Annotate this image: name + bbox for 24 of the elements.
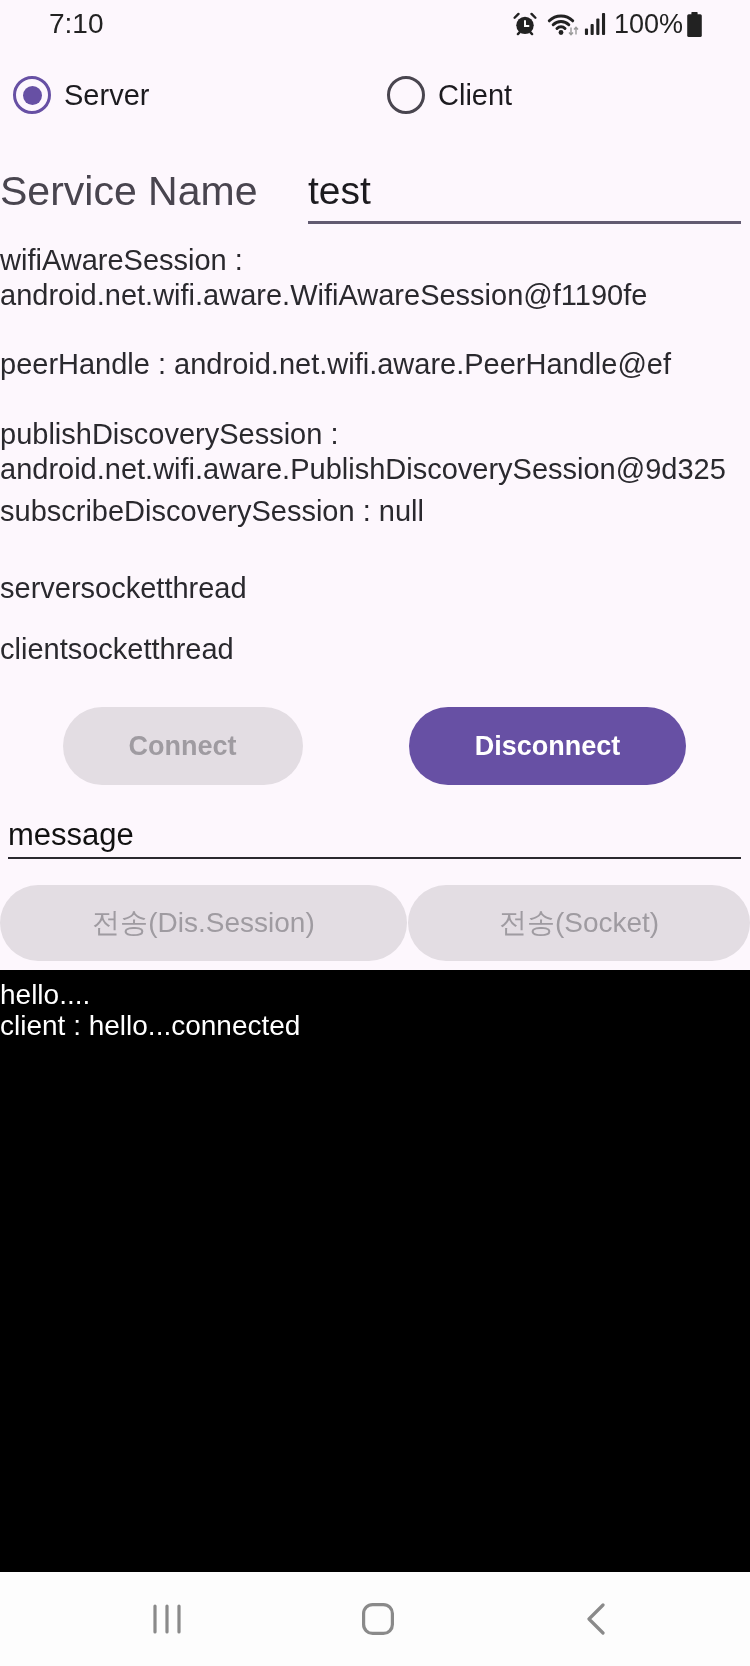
field-label: Service Name (0, 167, 259, 215)
recent-apps-icon[interactable] (153, 1604, 181, 1634)
battery-percent: 100% (613, 8, 683, 40)
text-field[interactable]: test (308, 158, 741, 224)
back-icon[interactable] (587, 1603, 605, 1635)
status-text: wifiAwareSession : android.net.wifi.aware.WifiAwareSession@f1190fe (0, 243, 649, 313)
battery-icon (687, 11, 702, 37)
status-text: subscribeDiscoverySession : null (0, 494, 425, 529)
radio-button[interactable] (13, 76, 51, 114)
message-field[interactable]: message (8, 812, 741, 859)
log-line: client : hello...connected (0, 1010, 302, 1041)
alarm-clock-icon (512, 12, 537, 36)
home-icon[interactable] (362, 1603, 394, 1635)
radio-label[interactable]: Server (64, 77, 150, 113)
radio-label[interactable]: Client (438, 77, 513, 113)
status-text: clientsocketthread (0, 632, 235, 667)
log-line: hello.... (0, 979, 92, 1010)
wifi-icon (546, 12, 579, 36)
radio-button[interactable] (387, 76, 425, 114)
status-text: peerHandle : android.net.wifi.aware.PeerHandle@ef (0, 347, 673, 382)
signal-icon (583, 13, 606, 35)
action-button[interactable]: Disconnect (408, 707, 687, 785)
status-text: serversocketthread (0, 571, 248, 606)
status-time: 7:10 (49, 8, 104, 40)
